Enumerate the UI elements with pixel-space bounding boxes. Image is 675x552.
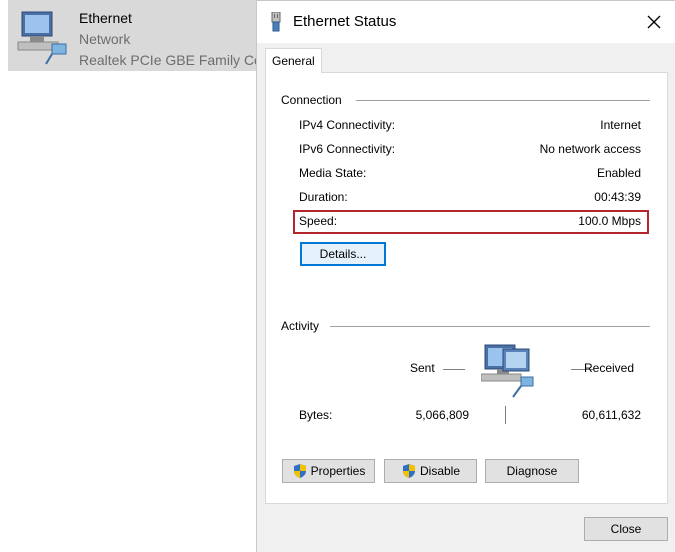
properties-label: Properties (310, 464, 366, 478)
ipv6-label: IPv6 Connectivity: (299, 142, 396, 156)
ethernet-port-icon (271, 12, 281, 32)
close-icon[interactable] (641, 9, 667, 35)
network-computers-icon (481, 344, 534, 398)
activity-divider (330, 326, 650, 327)
adapter-name: Ethernet (79, 10, 132, 26)
dialog-title: Ethernet Status (293, 13, 397, 30)
sent-label: Sent (410, 361, 435, 375)
ethernet-status-dialog: Ethernet Status General Connection IPv4 … (256, 0, 675, 552)
adapter-status: Network (79, 31, 131, 47)
general-panel: Connection IPv4 Connectivity: Internet I… (265, 72, 668, 504)
bytes-sent-value: 5,066,809 (415, 408, 469, 422)
properties-button[interactable]: Properties (282, 459, 375, 483)
uac-shield-icon (402, 464, 415, 478)
ipv4-value: Internet (600, 118, 641, 132)
media-state-label: Media State: (299, 166, 367, 180)
ipv6-value: No network access (539, 142, 641, 156)
diagnose-button[interactable]: Diagnose (485, 459, 579, 483)
details-button[interactable]: Details... (300, 242, 386, 266)
sent-line (443, 369, 465, 370)
tab-general[interactable]: General (265, 48, 322, 73)
connection-divider (356, 100, 650, 101)
adapter-tile[interactable]: Ethernet Network Realtek PCIe GBE Family… (8, 0, 270, 71)
duration-value: 00:43:39 (594, 190, 641, 204)
close-button[interactable]: Close (584, 517, 668, 541)
bytes-received-value: 60,611,632 (581, 408, 641, 422)
received-label: Received (584, 361, 635, 375)
title-bar[interactable]: Ethernet Status (257, 1, 675, 43)
duration-label: Duration: (299, 190, 348, 204)
network-adapter-icon (17, 11, 67, 65)
adapter-device: Realtek PCIe GBE Family Co (79, 52, 262, 68)
connection-heading: Connection (281, 93, 346, 107)
uac-shield-icon (293, 464, 306, 478)
disable-button[interactable]: Disable (384, 459, 477, 483)
activity-heading: Activity (281, 319, 324, 333)
ipv4-label: IPv4 Connectivity: (299, 118, 396, 132)
disable-label: Disable (419, 464, 461, 478)
media-state-value: Enabled (596, 166, 641, 180)
speed-value: 100.0 Mbps (578, 214, 641, 228)
activity-separator (505, 406, 506, 424)
bytes-label: Bytes: (299, 408, 333, 422)
speed-label: Speed: (299, 214, 338, 228)
